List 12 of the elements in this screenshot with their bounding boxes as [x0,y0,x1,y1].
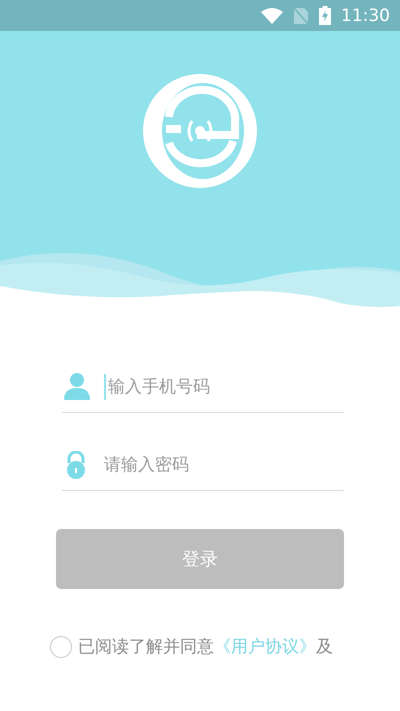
no-sim-icon [293,6,309,24]
user-icon [64,373,90,400]
phone-input[interactable]: 输入手机号码 [106,376,344,398]
lock-icon [64,450,88,478]
status-time: 11:30 [341,6,390,26]
agreement-text: 已阅读了解并同意《用户协议》及 [78,636,333,658]
wifi-icon [261,8,283,24]
logo-icon [141,73,259,189]
password-input[interactable]: 请输入密码 [102,454,344,476]
agreement-checkbox[interactable] [50,636,72,658]
battery-charging-icon [319,6,331,25]
user-agreement-link[interactable]: 《用户协议》 [214,637,316,657]
